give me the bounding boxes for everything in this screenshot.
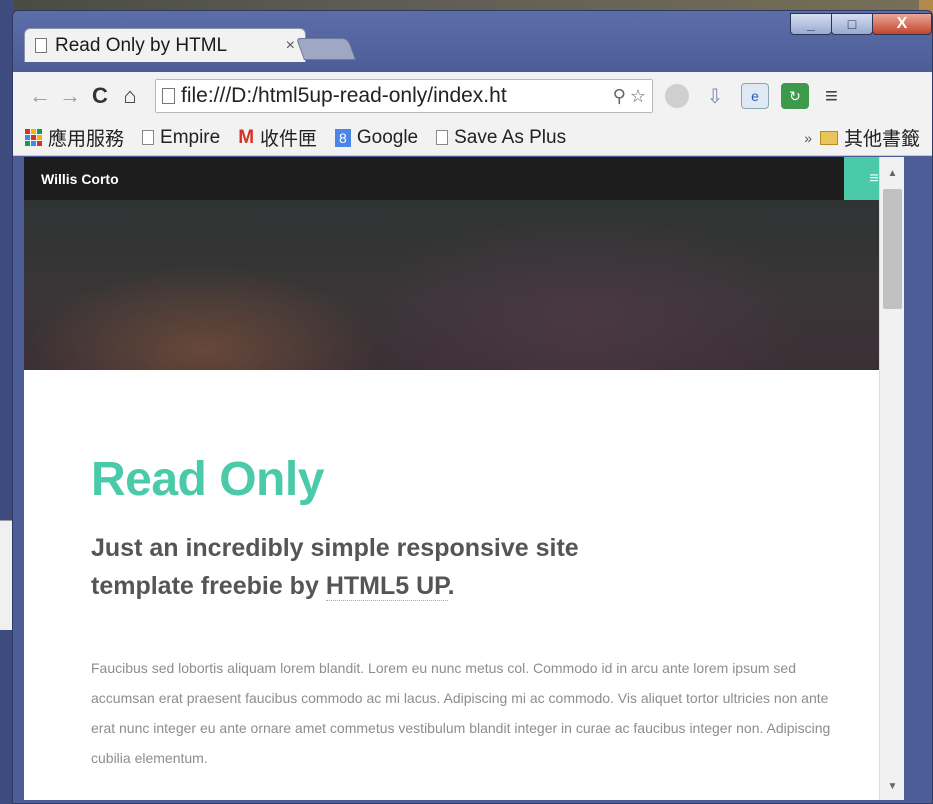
- page-viewport: Willis Corto ≡ Read Only Just an incredi…: [24, 157, 904, 800]
- hero-banner: [24, 200, 904, 370]
- apps-icon: [25, 129, 42, 146]
- page-subtitle: Just an incredibly simple responsive sit…: [91, 529, 611, 605]
- site-header: Willis Corto ≡: [24, 157, 904, 200]
- address-url[interactable]: file:///D:/html5up-read-only/index.ht: [181, 84, 609, 108]
- window-controls: _ □ X: [790, 13, 932, 35]
- bookmark-save-as-plus[interactable]: Save As Plus: [436, 127, 566, 149]
- page-icon: [142, 130, 155, 145]
- browser-tab[interactable]: Read Only by HTML ×: [24, 28, 306, 62]
- html5up-link[interactable]: HTML5 UP: [325, 571, 448, 601]
- intro-paragraph: Faucibus sed lobortis aliquam lorem blan…: [91, 659, 831, 766]
- more-bookmarks-button[interactable]: »: [804, 130, 812, 146]
- scroll-down-icon[interactable]: ▼: [880, 776, 904, 796]
- browser-toolbar: ← → C ⌂ file:///D:/html5up-read-only/ind…: [13, 72, 932, 120]
- gmail-icon: M: [238, 126, 255, 148]
- close-window-button[interactable]: X: [872, 13, 932, 35]
- bookmark-google[interactable]: 8 Google: [335, 127, 418, 149]
- bookmark-label: 其他書籤: [843, 129, 920, 150]
- tab-close-icon[interactable]: ×: [286, 37, 295, 55]
- minimize-button[interactable]: _: [790, 13, 832, 35]
- back-button[interactable]: ←: [25, 83, 55, 109]
- chrome-menu-button[interactable]: ≡: [825, 83, 838, 109]
- main-content: Read Only Just an incredibly simple resp…: [24, 370, 904, 773]
- new-tab-button[interactable]: [295, 38, 357, 60]
- subtitle-period: .: [447, 571, 455, 600]
- page-icon: [436, 130, 449, 145]
- forward-button[interactable]: →: [55, 83, 85, 109]
- bookmark-label: Google: [356, 126, 419, 148]
- bookmark-label: Empire: [160, 126, 221, 148]
- scrollbar-thumb[interactable]: [883, 189, 902, 309]
- address-bar[interactable]: file:///D:/html5up-read-only/index.ht ⚲ …: [155, 79, 653, 113]
- download-extension-icon[interactable]: ⇩: [701, 83, 729, 109]
- page-title: Read Only: [91, 453, 324, 506]
- refresh-extension-icon[interactable]: ↻: [781, 83, 809, 109]
- reload-button[interactable]: C: [85, 83, 115, 109]
- google-icon: 8: [335, 128, 351, 147]
- site-brand[interactable]: Willis Corto: [41, 171, 119, 187]
- bookmarks-bar: 應用服務 Empire M 收件匣 8 Google Save As Plus …: [13, 120, 932, 156]
- vertical-scrollbar[interactable]: ▲ ▼: [879, 157, 904, 800]
- page-icon: [162, 88, 175, 104]
- bookmark-empire[interactable]: Empire: [142, 127, 220, 149]
- folder-icon: [819, 130, 838, 145]
- extension-icon[interactable]: [665, 84, 689, 108]
- ie-tab-extension-icon[interactable]: e: [741, 83, 769, 109]
- home-button[interactable]: ⌂: [115, 83, 145, 109]
- bookmark-inbox[interactable]: M 收件匣: [238, 124, 317, 151]
- bookmark-label: 收件匣: [260, 129, 318, 150]
- star-icon[interactable]: ☆: [630, 86, 646, 107]
- bookmark-label: 應用服務: [48, 129, 125, 150]
- bookmark-label: Save As Plus: [454, 126, 567, 148]
- scroll-up-icon[interactable]: ▲: [880, 163, 904, 183]
- bookmark-apps[interactable]: 應用服務: [25, 124, 124, 151]
- tab-title: Read Only by HTML: [55, 34, 228, 56]
- search-icon[interactable]: ⚲: [613, 86, 626, 107]
- maximize-button[interactable]: □: [831, 13, 873, 35]
- other-bookmarks[interactable]: 其他書籤: [819, 124, 920, 151]
- page-icon: [35, 38, 47, 53]
